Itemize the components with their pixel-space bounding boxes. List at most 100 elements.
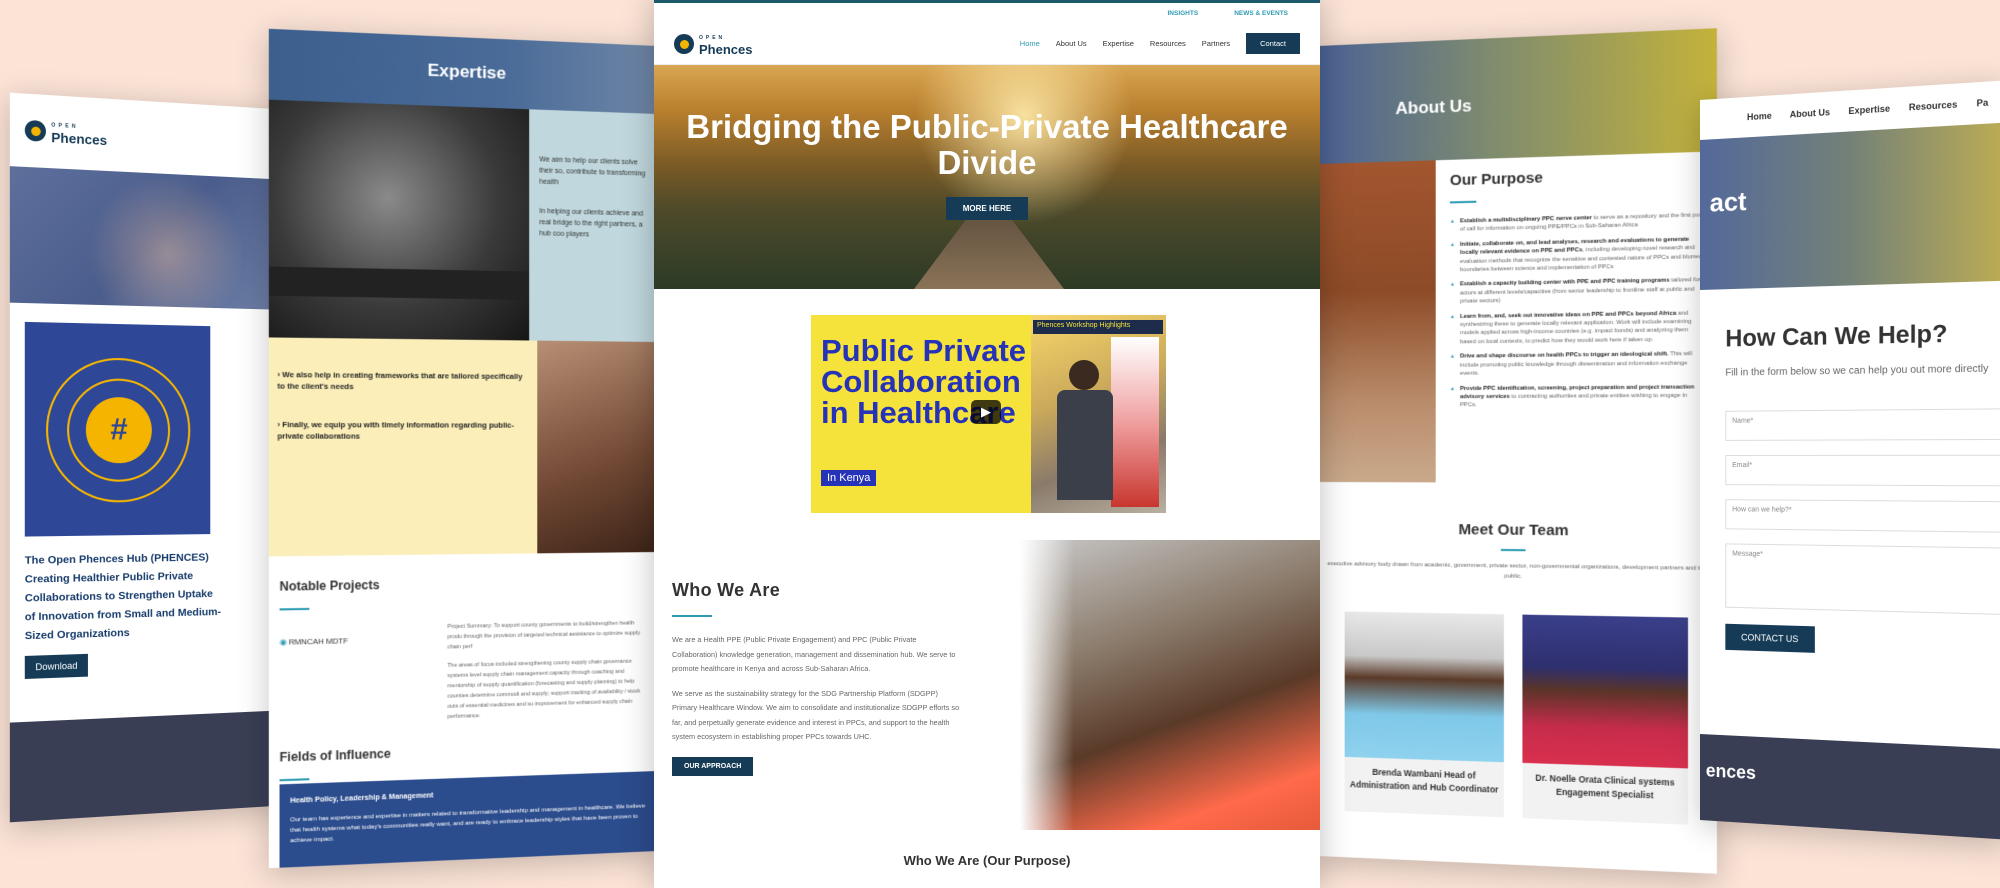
team-heading: Meet Our Team: [1458, 521, 1569, 540]
child-photo: [268, 99, 530, 341]
who-we-are-paragraph: We serve as the sustainability strategy …: [672, 688, 960, 742]
util-link-news[interactable]: NEWS & EVENTS: [1234, 10, 1288, 17]
site-footer: [9, 710, 290, 823]
nav-item[interactable]: Resources: [1909, 99, 1957, 112]
purpose-item-bold: Drive and shape discourse on health PPCs…: [1460, 351, 1669, 360]
who-we-are-section: Who We Are We are a Health PPE (Public P…: [672, 580, 962, 776]
who-we-are-heading: Who We Are: [672, 580, 781, 600]
message-field[interactable]: Message*: [1725, 543, 2000, 616]
video-tag: In Kenya: [821, 470, 877, 486]
purpose-item: Establish a multidisciplinary PPC nerve …: [1450, 211, 1706, 235]
form-subtitle: Fill in the form below so we can help yo…: [1725, 363, 1989, 379]
event-banner: [1111, 337, 1159, 507]
nav-about-us[interactable]: About Us: [1056, 39, 1087, 48]
purpose-item: Learn from, and, seek out innovative ide…: [1450, 309, 1706, 347]
purpose-item: Drive and shape discourse on health PPCs…: [1450, 350, 1706, 378]
logo-text: Phences: [51, 129, 108, 149]
purpose-list: Establish a multidisciplinary PPC nerve …: [1450, 211, 1706, 410]
hero-title: Bridging the Public-Private Healthcare D…: [686, 108, 1288, 181]
bullet-text: We also help in creating frameworks that…: [277, 369, 523, 392]
purpose-heading: Our Purpose: [1449, 169, 1543, 190]
publication-title[interactable]: The Open Phences Hub (PHENCES) Creating …: [25, 548, 225, 645]
project-detail: The areas of focus included strengthenin…: [447, 658, 641, 721]
home-page-main: INSIGHTS NEWS & EVENTS OPEN Phences Home …: [654, 0, 1320, 888]
ivy-wall-photo: [1318, 160, 1436, 483]
home-page-panel-left: OPEN Phences # The Open Phences Hub (PHEN…: [9, 92, 290, 823]
member-photo: [1344, 611, 1504, 763]
project-summary: Project Summary: To support county gover…: [447, 620, 641, 651]
expertise-bullet: › We also help in creating frameworks th…: [277, 369, 523, 392]
field-card[interactable]: Health Policy, Leadership & Management O…: [279, 771, 657, 868]
nav-item[interactable]: Expertise: [1848, 103, 1890, 116]
publication-cover[interactable]: #: [24, 321, 211, 537]
project-tab[interactable]: ◉ RMNCAH MDTF: [280, 622, 438, 727]
hero-image: [9, 166, 290, 310]
heading-underline: [1500, 548, 1526, 552]
project-name: RMNCAH MDTF: [288, 636, 348, 647]
nav-item[interactable]: About Us: [1790, 107, 1830, 120]
purpose-item-bold: Learn from, and, seek out innovative ide…: [1460, 310, 1677, 320]
speaker-head: [1069, 360, 1099, 390]
speaker-body: [1057, 390, 1113, 500]
phences-logo[interactable]: OPEN Phences: [24, 119, 108, 149]
project-icon: ◉: [279, 637, 287, 647]
purpose-item: Provide PPC identification, screening, p…: [1450, 383, 1706, 410]
purpose-item: Establish a capacity building center wit…: [1450, 276, 1706, 306]
phences-logo-icon: [24, 119, 46, 142]
site-header: OPEN Phences: [9, 92, 290, 180]
form-title: How Can We Help?: [1725, 320, 1948, 353]
our-approach-button[interactable]: OUR APPROACH: [672, 756, 754, 776]
field-card-text: Our team has experience and expertise in…: [290, 803, 646, 845]
team-description: executive advisory body drawn from acade…: [1327, 561, 1707, 580]
expertise-bullet: We aim to help our clients solve their s…: [539, 156, 646, 187]
fields-heading: Fields of Influence: [279, 746, 391, 765]
contact-button[interactable]: Contact: [1246, 33, 1300, 54]
cover-ring: #: [45, 356, 191, 503]
email-field[interactable]: Email*: [1725, 454, 2000, 487]
contact-us-button[interactable]: CONTACT US: [1725, 623, 1815, 653]
member-name: Brenda Wambani Head of Administration an…: [1349, 766, 1499, 795]
heading-underline: [279, 778, 310, 782]
phences-logo[interactable]: OPEN Phences: [674, 33, 753, 57]
util-link-insights[interactable]: INSIGHTS: [1167, 10, 1198, 17]
heading-underline: [1449, 200, 1477, 204]
nav-expertise[interactable]: Expertise: [1103, 39, 1134, 48]
member-name: Dr. Noelle Orata Clinical systems Engage…: [1535, 772, 1675, 801]
children-photo: [1020, 540, 1320, 830]
help-field[interactable]: How can we help?*: [1725, 499, 2000, 533]
footer-logo-text: ences: [1705, 760, 1756, 784]
video-player[interactable]: Phences Workshop Highlights Public Priva…: [811, 315, 1166, 513]
cover-ring-inner: #: [67, 377, 171, 482]
expertise-bullet: › Finally, we equip you with timely info…: [277, 419, 514, 441]
hero-section: Bridging the Public-Private Healthcare D…: [654, 65, 1320, 289]
nav-home[interactable]: Home: [1020, 39, 1040, 48]
video-logo: Phences Workshop Highlights: [1033, 320, 1163, 334]
name-field[interactable]: Name*: [1725, 408, 2000, 441]
notable-projects-heading: Notable Projects: [279, 577, 380, 594]
who-we-are-paragraph: We are a Health PPE (Public Private Enga…: [672, 635, 956, 673]
download-button[interactable]: Download: [24, 653, 88, 679]
heading-underline: [279, 607, 310, 611]
expertise-page-panel: Expertise We aim to help our clients sol…: [268, 28, 657, 869]
utility-bar: INSIGHTS NEWS & EVENTS: [654, 3, 1320, 23]
about-banner: About Us: [1318, 28, 1717, 165]
team-member-card[interactable]: Brenda Wambani Head of Administration an…: [1344, 611, 1504, 818]
heading-underline: [672, 615, 712, 617]
logo-text: Phences: [699, 41, 753, 57]
nav-item[interactable]: Home: [1747, 111, 1772, 123]
member-photo: [1522, 614, 1689, 769]
nav-partners[interactable]: Partners: [1202, 39, 1230, 48]
site-footer: ences: [1700, 734, 2000, 840]
more-here-button[interactable]: MORE HERE: [945, 197, 1029, 220]
play-icon[interactable]: ▶: [971, 400, 1001, 424]
bullet-text: Finally, we equip you with timely inform…: [277, 419, 514, 441]
phences-mark-icon: #: [85, 396, 152, 463]
nav-resources[interactable]: Resources: [1150, 39, 1186, 48]
team-member-card[interactable]: Dr. Noelle Orata Clinical systems Engage…: [1522, 614, 1689, 825]
contact-page-panel: Home About Us Expertise Resources Pa act How…: [1700, 80, 2000, 840]
purpose-item: Initiate, collaborate on, and lead analy…: [1450, 235, 1706, 275]
about-page-panel: About Us Our Purpose Establish a multidi…: [1318, 28, 1717, 874]
nav-item[interactable]: Pa: [1976, 97, 1988, 108]
main-navbar: OPEN Phences Home About Us Expertise Reso…: [654, 23, 1320, 65]
children-photo: [537, 340, 657, 554]
